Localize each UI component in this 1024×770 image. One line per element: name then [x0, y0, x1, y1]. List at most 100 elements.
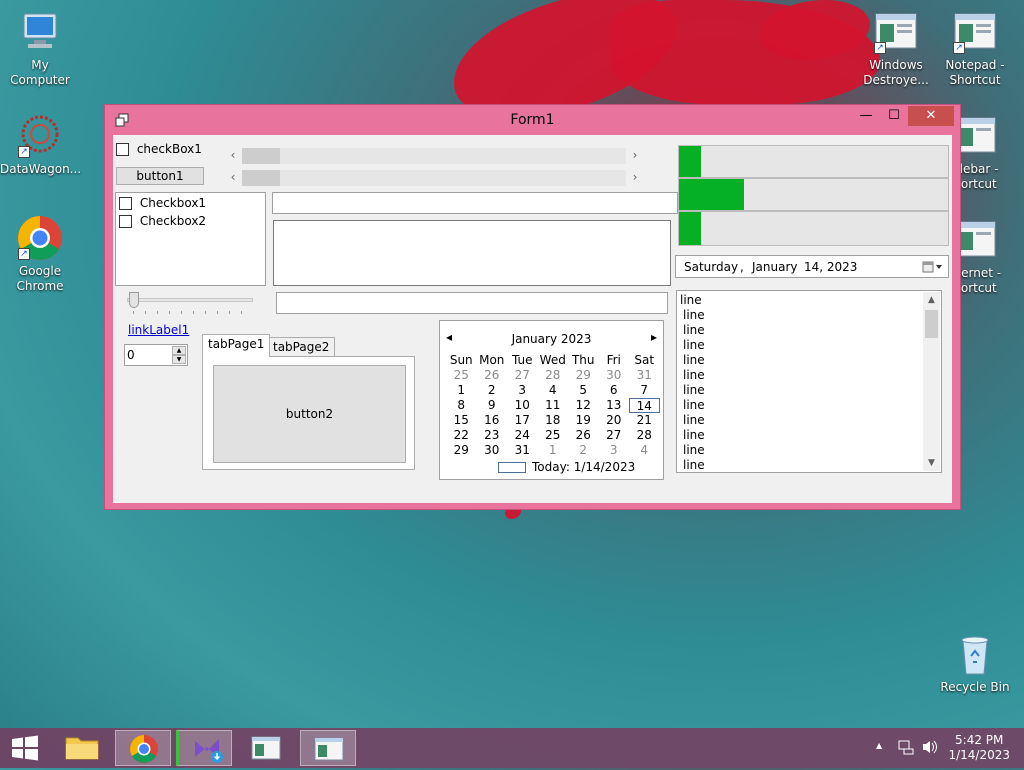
- listbox-item[interactable]: line: [683, 353, 705, 368]
- checkbox-box[interactable]: [119, 197, 132, 210]
- calendar-day[interactable]: 13: [599, 398, 630, 413]
- tab-page1[interactable]: tabPage1: [202, 334, 271, 357]
- listbox[interactable]: line line line line line line line line line line…: [676, 290, 942, 473]
- calendar-day[interactable]: 21: [629, 413, 660, 428]
- checkbox-box[interactable]: [119, 215, 132, 228]
- scroll-left-arrow-icon[interactable]: ‹: [226, 146, 240, 164]
- volume-icon[interactable]: [921, 739, 939, 758]
- calendar-day[interactable]: 26: [477, 368, 508, 383]
- calendar-day[interactable]: 7: [629, 383, 660, 398]
- listbox-item[interactable]: line: [683, 458, 705, 473]
- date-picker-day[interactable]: Saturday: [684, 260, 738, 274]
- close-button[interactable]: ✕: [908, 106, 954, 126]
- scroll-down-arrow-icon[interactable]: ▼: [923, 455, 940, 471]
- trackbar-thumb[interactable]: [129, 292, 139, 308]
- network-icon[interactable]: [898, 739, 914, 758]
- calendar-day[interactable]: 29: [446, 443, 477, 458]
- desktop-icon-my-computer[interactable]: My Computer: [0, 8, 80, 88]
- checked-list-item[interactable]: Checkbox1: [119, 196, 206, 210]
- numeric-up-arrow-icon[interactable]: ▲: [172, 346, 186, 355]
- numeric-updown[interactable]: 0 ▲ ▼: [124, 344, 188, 366]
- listbox-item[interactable]: line: [683, 443, 705, 458]
- listbox-vscrollbar[interactable]: ▲ ▼: [923, 292, 940, 471]
- calendar-day[interactable]: 5: [568, 383, 599, 398]
- calendar-day[interactable]: 25: [538, 428, 569, 443]
- date-picker-month[interactable]: January: [752, 260, 798, 274]
- trackbar[interactable]: [125, 291, 257, 317]
- calendar-today-label[interactable]: Today: 1/14/2023: [532, 460, 635, 474]
- checkbox1-box[interactable]: [116, 143, 129, 156]
- scroll-up-arrow-icon[interactable]: ▲: [923, 292, 940, 308]
- numeric-value[interactable]: 0: [127, 348, 135, 362]
- link-label[interactable]: linkLabel1: [128, 323, 189, 337]
- scroll-track[interactable]: [242, 170, 626, 186]
- listbox-item[interactable]: line: [683, 338, 705, 353]
- checked-list-item[interactable]: Checkbox2: [119, 214, 206, 228]
- listbox-item[interactable]: line: [683, 383, 705, 398]
- calendar-day[interactable]: 11: [538, 398, 569, 413]
- numeric-down-arrow-icon[interactable]: ▼: [172, 355, 186, 364]
- calendar-day[interactable]: 4: [629, 443, 660, 458]
- textbox-multiline[interactable]: [273, 220, 671, 286]
- calendar-month-title[interactable]: January 2023: [440, 332, 663, 346]
- date-picker-date[interactable]: 14, 2023: [804, 260, 857, 274]
- calendar-day[interactable]: 3: [599, 443, 630, 458]
- textbox3[interactable]: [276, 292, 668, 314]
- scroll-track[interactable]: [242, 148, 626, 164]
- button2[interactable]: button2: [213, 365, 406, 463]
- calendar-day[interactable]: 17: [507, 413, 538, 428]
- calendar-day[interactable]: 8: [446, 398, 477, 413]
- minimize-button[interactable]: —: [852, 106, 880, 126]
- calendar-next-arrow-icon[interactable]: ▸: [651, 330, 657, 344]
- taskbar-form1[interactable]: [300, 730, 356, 766]
- calendar-day[interactable]: 23: [477, 428, 508, 443]
- calendar-day[interactable]: 2: [477, 383, 508, 398]
- calendar-day[interactable]: 31: [507, 443, 538, 458]
- calendar-day[interactable]: 22: [446, 428, 477, 443]
- listbox-item[interactable]: line: [683, 308, 705, 323]
- taskbar-chrome[interactable]: [115, 730, 171, 766]
- hscrollbar-2[interactable]: ‹ ›: [226, 168, 642, 186]
- calendar-day[interactable]: 19: [568, 413, 599, 428]
- calendar-day[interactable]: 31: [629, 368, 660, 383]
- calendar-day[interactable]: 28: [538, 368, 569, 383]
- desktop-icon-notepad-shortcut[interactable]: ↗ Notepad - Shortcut: [935, 8, 1015, 88]
- calendar-day[interactable]: 4: [538, 383, 569, 398]
- listbox-item[interactable]: line: [683, 323, 705, 338]
- calendar-day[interactable]: 16: [477, 413, 508, 428]
- calendar-day[interactable]: 30: [477, 443, 508, 458]
- desktop-icon-datawagon[interactable]: ↗ DataWagon...: [0, 112, 81, 177]
- listbox-item[interactable]: line: [683, 413, 705, 428]
- calendar-day[interactable]: 27: [507, 368, 538, 383]
- calendar-day[interactable]: 24: [507, 428, 538, 443]
- calendar-dropdown-icon[interactable]: [922, 260, 944, 274]
- calendar-day[interactable]: 12: [568, 398, 599, 413]
- desktop-icon-recycle-bin[interactable]: Recycle Bin: [935, 630, 1015, 695]
- taskbar-clock[interactable]: 5:42 PM 1/14/2023: [948, 733, 1010, 763]
- tab-page2[interactable]: tabPage2: [267, 337, 336, 357]
- scroll-left-arrow-icon[interactable]: ‹: [226, 168, 240, 186]
- button1[interactable]: button1: [116, 167, 204, 185]
- checked-listbox[interactable]: Checkbox1 Checkbox2: [115, 192, 266, 286]
- calendar-day[interactable]: 6: [599, 383, 630, 398]
- calendar-day[interactable]: 3: [507, 383, 538, 398]
- scroll-right-arrow-icon[interactable]: ›: [628, 168, 642, 186]
- maximize-button[interactable]: ☐: [880, 106, 908, 126]
- desktop-icon-chrome[interactable]: ↗ Google Chrome: [0, 214, 80, 294]
- calendar-day[interactable]: 30: [599, 368, 630, 383]
- listbox-item[interactable]: line: [683, 428, 705, 443]
- scroll-thumb[interactable]: [242, 148, 280, 164]
- calendar-day[interactable]: 26: [568, 428, 599, 443]
- calendar-day[interactable]: 2: [568, 443, 599, 458]
- start-button[interactable]: [0, 730, 50, 766]
- calendar-day[interactable]: 20: [599, 413, 630, 428]
- tray-show-hidden-icon[interactable]: ▲: [876, 741, 882, 750]
- checkbox1[interactable]: checkBox1: [116, 142, 202, 156]
- desktop-icon-windows-destroyer[interactable]: ↗ Windows Destroye...: [856, 8, 936, 88]
- date-time-picker[interactable]: Saturday , January 14, 2023: [675, 255, 949, 278]
- textbox1[interactable]: [272, 192, 678, 214]
- calendar-day[interactable]: 14: [629, 398, 660, 413]
- listbox-item[interactable]: line: [683, 368, 705, 383]
- listbox-item[interactable]: line: [680, 293, 702, 308]
- calendar-day[interactable]: 28: [629, 428, 660, 443]
